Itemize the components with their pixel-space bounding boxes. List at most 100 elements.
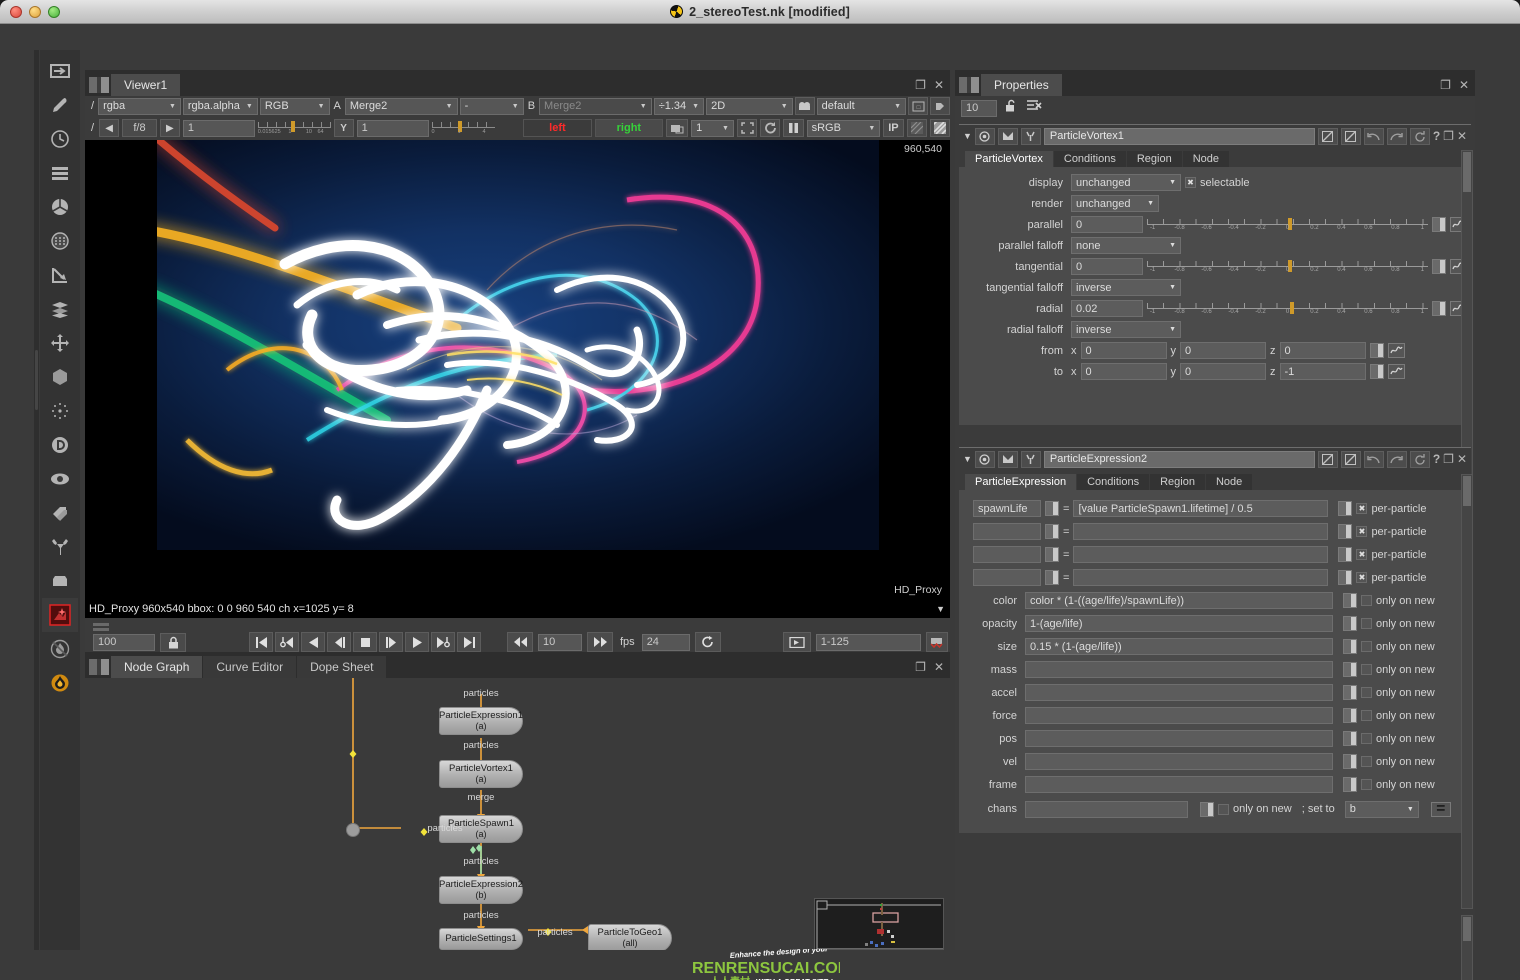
clock-toolbar-icon[interactable] <box>42 122 78 156</box>
chans-setto-dropdown[interactable]: b ▼ <box>1344 800 1419 818</box>
node-mask-icon[interactable] <box>997 450 1018 468</box>
expr-var-field-4[interactable] <box>973 569 1041 586</box>
diagonal-stripes-icon[interactable] <box>929 119 950 137</box>
playback-range-button[interactable] <box>782 632 811 652</box>
next-keyframe-button[interactable] <box>431 632 455 652</box>
properties-panel-scrollbar[interactable] <box>1461 915 1473 980</box>
flame-active-toolbar-icon[interactable] <box>42 666 78 700</box>
viewer-panel-grip[interactable] <box>89 77 109 93</box>
tab-particleexpression[interactable]: ParticleExpression <box>965 474 1077 490</box>
gain-slider-knob[interactable] <box>291 121 296 132</box>
downrez-dropdown[interactable]: ÷1.34 ▼ <box>653 97 705 115</box>
first-frame-button[interactable] <box>249 632 273 652</box>
mass-expression-field[interactable] <box>1025 661 1333 678</box>
to-x-field[interactable]: 0 <box>1080 363 1167 380</box>
roto-paint-icon[interactable] <box>930 97 950 115</box>
node-color-icon[interactable] <box>974 127 995 145</box>
opacity-onlyonnew-checkbox[interactable] <box>1361 618 1372 629</box>
help-icon[interactable]: ? <box>1433 453 1440 465</box>
force-expression-field[interactable] <box>1025 707 1333 724</box>
force-anim-button[interactable] <box>1343 708 1357 723</box>
expr-perparticle-checkbox-1[interactable] <box>1356 503 1368 514</box>
maximize-window-button[interactable] <box>48 6 60 18</box>
undo-icon[interactable] <box>1363 450 1384 468</box>
to-y-field[interactable]: 0 <box>1180 363 1266 380</box>
checkerboard-icon[interactable] <box>906 119 927 137</box>
other-wrench-toolbar-icon[interactable] <box>42 530 78 564</box>
tab-node-graph[interactable]: Node Graph <box>111 656 203 678</box>
expr-value-field-1[interactable]: [value ParticleSpawn1.lifetime] / 0.5 <box>1073 500 1329 517</box>
revert-icon[interactable] <box>1409 127 1430 145</box>
frame-expression-field[interactable] <box>1025 776 1333 793</box>
viewer-float-icon[interactable]: ❐ <box>915 79 926 91</box>
parallel-field[interactable]: 0 <box>1071 216 1143 233</box>
expr-anim-right-3[interactable] <box>1338 547 1353 562</box>
tab-dope-sheet[interactable]: Dope Sheet <box>297 656 387 678</box>
camera-icon[interactable] <box>794 97 815 115</box>
channels-dropdown[interactable]: rgba ▼ <box>98 97 181 115</box>
stereo-layer-dropdown[interactable]: 1 ▼ <box>691 119 734 137</box>
disable-toggle-icon[interactable] <box>1317 450 1338 468</box>
particleexpression-name-field[interactable]: ParticleExpression2 <box>1043 450 1315 468</box>
tab-conditions-2[interactable]: Conditions <box>1077 474 1150 490</box>
flame-disabled-toolbar-icon[interactable] <box>42 632 78 666</box>
timeline-grip[interactable] <box>93 623 109 631</box>
fps-field[interactable]: 24 <box>641 633 690 651</box>
chans-equals-button[interactable]: = <box>1430 800 1451 817</box>
play-forward-button[interactable] <box>405 632 429 652</box>
loop-toggle-button[interactable] <box>694 632 721 652</box>
parallel-animation-button[interactable] <box>1432 217 1446 232</box>
opacity-expression-field[interactable]: 1-(age/life) <box>1025 615 1333 632</box>
expr-perparticle-checkbox-4[interactable] <box>1356 572 1368 583</box>
redo-icon[interactable] <box>1386 450 1407 468</box>
float-node-icon[interactable]: ❐ <box>1443 453 1454 465</box>
clear-all-panels-icon[interactable] <box>1026 99 1042 117</box>
pos-onlyonnew-checkbox[interactable] <box>1361 733 1372 744</box>
expr-anim-right-4[interactable] <box>1338 570 1353 585</box>
roi-icon[interactable] <box>736 119 758 137</box>
color-onlyonnew-checkbox[interactable] <box>1361 595 1372 606</box>
frame-anim-button[interactable] <box>1343 777 1357 792</box>
channel-toolbar-icon[interactable] <box>42 156 78 190</box>
close-node-icon[interactable]: ✕ <box>1457 130 1467 142</box>
to-z-field[interactable]: -1 <box>1279 363 1366 380</box>
from-x-field[interactable]: 0 <box>1080 342 1167 359</box>
frame-onlyonnew-checkbox[interactable] <box>1361 779 1372 790</box>
node-particlesettings1[interactable]: ParticleSettings1 <box>439 928 523 950</box>
display-dropdown[interactable]: unchanged ▼ <box>1071 174 1181 191</box>
collapse-triangle-icon[interactable]: ▼ <box>963 453 972 465</box>
play-backward-button[interactable] <box>301 632 325 652</box>
expr-value-field-2[interactable] <box>1073 523 1329 540</box>
prev-keyframe-button[interactable] <box>275 632 299 652</box>
input-a-dropdown[interactable]: Merge2 ▼ <box>344 97 458 115</box>
node-mask-icon[interactable] <box>997 127 1018 145</box>
toolsets-box-toolbar-icon[interactable] <box>42 564 78 598</box>
tab-curve-editor[interactable]: Curve Editor <box>203 656 297 678</box>
colorspace-dropdown[interactable]: sRGB ▼ <box>806 119 881 137</box>
image-toolbar-icon[interactable] <box>42 54 78 88</box>
vel-anim-button[interactable] <box>1343 754 1357 769</box>
view-left-button[interactable]: left <box>523 119 592 137</box>
node-pin-icon[interactable] <box>1020 127 1041 145</box>
frame-range-field[interactable]: 1-125 <box>815 633 921 651</box>
size-expression-field[interactable]: 0.15 * (1-(age/life)) <box>1025 638 1333 655</box>
draw-toolbar-icon[interactable] <box>42 88 78 122</box>
radial-falloff-dropdown[interactable]: inverse ▼ <box>1071 321 1181 338</box>
frame-increment-field[interactable]: 10 <box>538 633 582 651</box>
disable-toggle-icon[interactable] <box>1317 127 1338 145</box>
node-color-icon[interactable] <box>974 450 995 468</box>
deep-toolbar-icon[interactable] <box>42 428 78 462</box>
tab-conditions[interactable]: Conditions <box>1053 151 1126 167</box>
3d-hexagon-toolbar-icon[interactable] <box>42 360 78 394</box>
node-particletogeo1[interactable]: ParticleToGeo1 (all) <box>588 924 672 950</box>
tab-node-2[interactable]: Node <box>1205 474 1253 490</box>
window-traffic-lights[interactable] <box>10 6 60 18</box>
from-y-field[interactable]: 0 <box>1180 342 1266 359</box>
close-node-icon[interactable]: ✕ <box>1457 453 1467 465</box>
chans-anim-button[interactable] <box>1200 801 1214 817</box>
disable-toggle-icon-2[interactable] <box>1340 450 1361 468</box>
node-particleexpression2[interactable]: ParticleExpression2 (b) <box>439 876 523 904</box>
stop-button[interactable] <box>353 632 377 652</box>
force-onlyonnew-checkbox[interactable] <box>1361 710 1372 721</box>
step-back-button[interactable] <box>327 632 351 652</box>
